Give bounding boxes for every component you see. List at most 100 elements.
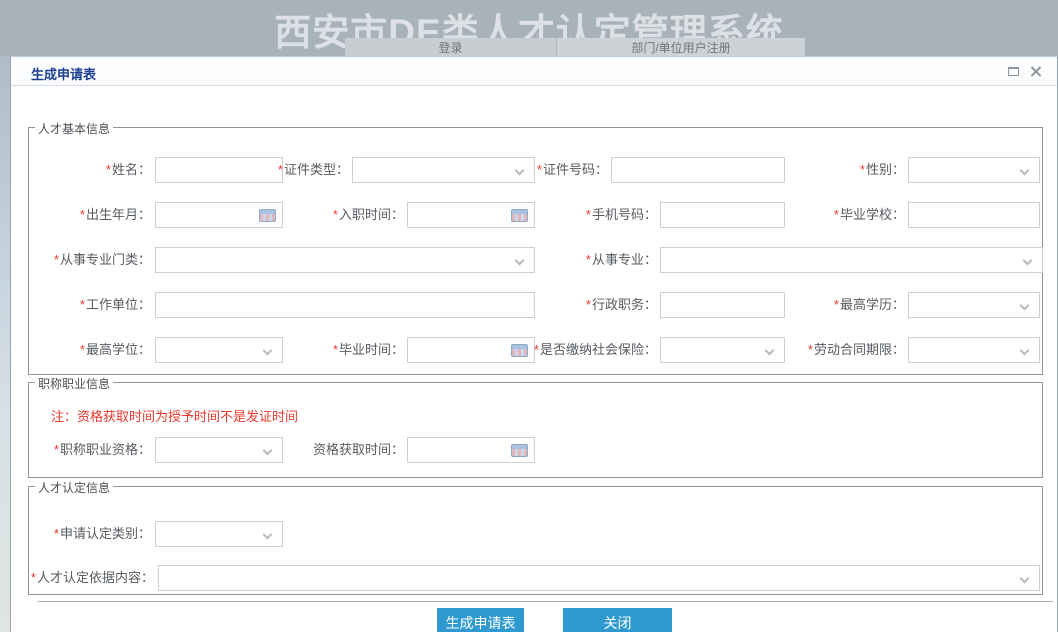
required-marker: * <box>333 207 338 222</box>
highest-degree-label: *最高学位： <box>40 337 151 363</box>
qualification-date-label: 资格获取时间： <box>292 437 404 463</box>
id-number-label-text: 证件号码： <box>543 162 608 177</box>
major-category-label-text: 从事专业门类： <box>60 252 151 267</box>
hire-date-label-text: 入职时间： <box>339 207 404 222</box>
birth-date-label: *出生年月： <box>40 202 151 228</box>
chevron-down-icon <box>263 530 273 540</box>
required-marker: * <box>860 162 865 177</box>
recognition-basis-label: *人才认定依据内容： <box>20 565 154 591</box>
tab-login[interactable]: 登录 <box>345 38 557 56</box>
contract-term-label-text: 劳动合同期限： <box>814 342 905 357</box>
required-marker: * <box>586 207 591 222</box>
section-basic-info-legend: 人才基本信息 <box>35 120 113 137</box>
generate-form-button[interactable]: 生成申请表 <box>437 608 524 632</box>
id-number-input[interactable] <box>611 157 785 183</box>
section-recognition-info-legend: 人才认定信息 <box>35 479 113 496</box>
graduation-date-label-text: 毕业时间： <box>339 342 404 357</box>
qualification-date-label-text: 资格获取时间： <box>313 442 404 457</box>
required-marker: * <box>54 442 59 457</box>
required-marker: * <box>808 342 813 357</box>
qualification-date-input[interactable] <box>407 437 535 463</box>
employer-label-text: 工作单位： <box>86 297 151 312</box>
social-insurance-label: *是否缴纳社会保险： <box>510 337 657 363</box>
id-type-label-text: 证件类型： <box>284 162 349 177</box>
required-marker: * <box>80 297 85 312</box>
close-icon[interactable] <box>1029 65 1043 78</box>
apply-category-select[interactable] <box>155 521 283 547</box>
modal-body-separator <box>38 601 1053 602</box>
required-marker: * <box>834 207 839 222</box>
required-marker: * <box>54 526 59 541</box>
school-input[interactable] <box>908 202 1040 228</box>
admin-position-label-text: 行政职务： <box>592 297 657 312</box>
required-marker: * <box>537 162 542 177</box>
maximize-icon[interactable] <box>1007 65 1021 78</box>
highest-degree-select[interactable] <box>155 337 283 363</box>
chevron-down-icon <box>263 346 273 356</box>
chevron-down-icon <box>1023 256 1033 266</box>
major-select[interactable] <box>660 247 1043 273</box>
header-tabs: 登录 部门/单位用户注册 <box>345 38 805 56</box>
birth-date-input[interactable] <box>155 202 283 228</box>
gender-label: *性别： <box>794 157 905 183</box>
required-marker: * <box>834 297 839 312</box>
maximize-glyph <box>1008 67 1019 76</box>
close-button[interactable]: 关闭 <box>563 608 672 632</box>
calendar-icon <box>259 209 276 222</box>
required-marker: * <box>80 342 85 357</box>
required-marker: * <box>31 570 36 585</box>
calendar-icon <box>511 209 528 222</box>
required-marker: * <box>80 207 85 222</box>
admin-position-input[interactable] <box>660 292 785 318</box>
chevron-down-icon <box>1020 301 1030 311</box>
social-insurance-select[interactable] <box>660 337 785 363</box>
professional-qualification-label-text: 职称职业资格： <box>60 442 151 457</box>
major-label-text: 从事专业： <box>592 252 657 267</box>
modal-title: 生成申请表 <box>31 64 96 83</box>
chevron-down-icon <box>515 256 525 266</box>
gender-select[interactable] <box>908 157 1040 183</box>
professional-qualification-select[interactable] <box>155 437 283 463</box>
school-label: *毕业学校： <box>794 202 905 228</box>
chevron-down-icon <box>765 346 775 356</box>
major-category-label: *从事专业门类： <box>20 247 151 273</box>
major-label: *从事专业： <box>546 247 657 273</box>
highest-education-label: *最高学历： <box>794 292 905 318</box>
required-marker: * <box>534 342 539 357</box>
required-marker: * <box>586 252 591 267</box>
required-marker: * <box>278 162 283 177</box>
required-marker: * <box>586 297 591 312</box>
admin-position-label: *行政职务： <box>546 292 657 318</box>
apply-category-label: *申请认定类别： <box>30 521 151 547</box>
birth-date-label-text: 出生年月： <box>86 207 151 222</box>
mobile-input[interactable] <box>660 202 785 228</box>
required-marker: * <box>106 162 111 177</box>
section-professional-info-legend: 职称职业信息 <box>35 375 113 392</box>
graduation-date-label: *毕业时间： <box>292 337 404 363</box>
required-marker: * <box>333 342 338 357</box>
highest-degree-label-text: 最高学位： <box>86 342 151 357</box>
mobile-label: *手机号码： <box>546 202 657 228</box>
employer-input[interactable] <box>155 292 535 318</box>
tab-unit-register[interactable]: 部门/单位用户注册 <box>557 38 805 56</box>
id-number-label: *证件号码： <box>498 157 608 183</box>
id-type-label: *证件类型： <box>240 157 349 183</box>
calendar-icon <box>511 444 528 457</box>
modal-header: 生成申请表 <box>11 57 1057 86</box>
recognition-basis-select[interactable] <box>158 565 1040 591</box>
gender-label-text: 性别： <box>866 162 905 177</box>
professional-qualification-label: *职称职业资格： <box>20 437 151 463</box>
school-label-text: 毕业学校： <box>840 207 905 222</box>
name-label-text: 姓名： <box>112 162 151 177</box>
chevron-down-icon <box>1020 166 1030 176</box>
contract-term-label: *劳动合同期限： <box>774 337 905 363</box>
chevron-down-icon <box>1020 346 1030 356</box>
qualification-note: 注：资格获取时间为授予时间不是发证时间 <box>51 406 298 425</box>
name-label: *姓名： <box>40 157 151 183</box>
hire-date-input[interactable] <box>407 202 535 228</box>
chevron-down-icon <box>263 446 273 456</box>
contract-term-select[interactable] <box>908 337 1040 363</box>
social-insurance-label-text: 是否缴纳社会保险： <box>540 342 657 357</box>
major-category-select[interactable] <box>155 247 535 273</box>
highest-education-select[interactable] <box>908 292 1040 318</box>
